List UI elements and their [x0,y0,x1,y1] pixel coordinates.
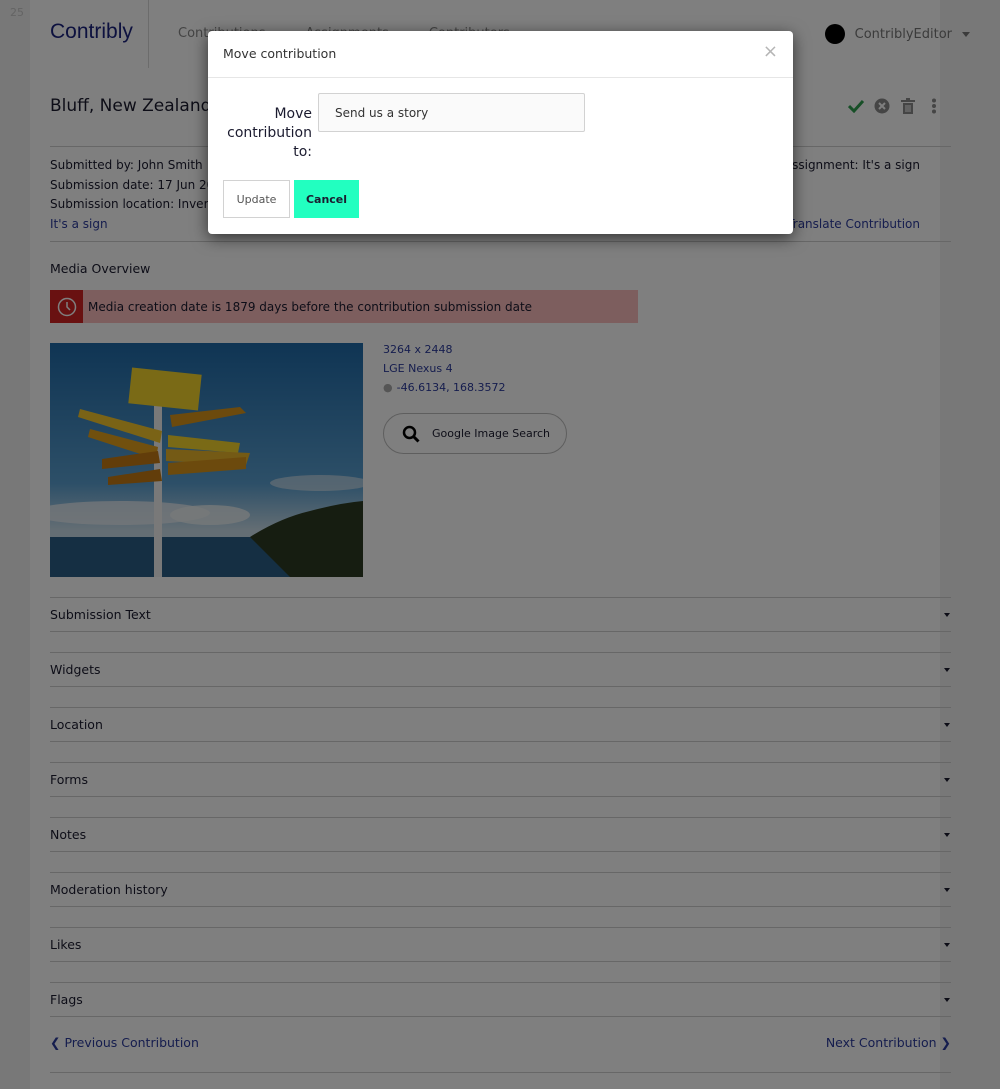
update-button[interactable]: Update [223,180,290,218]
modal-header: Move contribution × [208,31,793,78]
move-to-label: Move contribution to: [227,106,312,160]
close-icon[interactable]: × [763,42,778,62]
move-contribution-modal: Move contribution × Move contribution to… [208,31,793,234]
cancel-button[interactable]: Cancel [294,180,359,218]
move-to-field[interactable] [318,93,585,132]
modal-title: Move contribution [223,46,337,61]
